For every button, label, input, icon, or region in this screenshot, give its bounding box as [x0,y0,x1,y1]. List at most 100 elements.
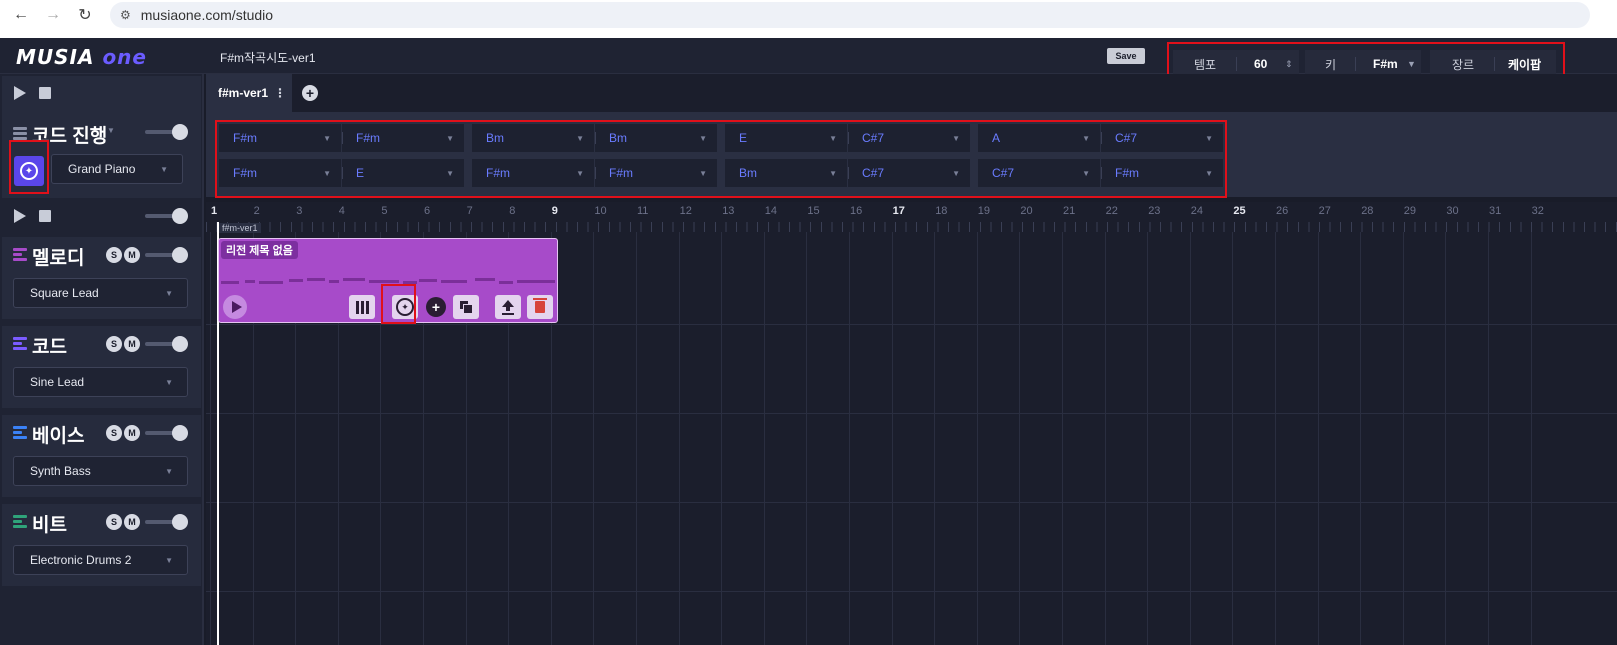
chord-slot[interactable]: F#m ▼ [342,124,464,152]
region-add-button[interactable]: + [423,295,449,319]
chevron-down-icon[interactable]: ▼ [1082,134,1090,143]
slider-knob[interactable] [172,514,188,530]
bar-number[interactable]: 6 [424,205,430,217]
tempo-value[interactable]: 60 [1254,57,1267,71]
chevron-down-icon[interactable]: ▼ [165,556,173,565]
volume-slider[interactable] [145,425,188,441]
slider-knob[interactable] [172,336,188,352]
bar-number[interactable]: 24 [1191,205,1203,217]
instrument-select[interactable]: Synth Bass ▼ [13,456,188,486]
instrument-select[interactable]: Sine Lead ▼ [13,367,188,397]
bar-number[interactable]: 26 [1276,205,1288,217]
bar-number[interactable]: 3 [296,205,302,217]
genre-value[interactable]: 케이팝 [1508,56,1541,73]
bar-number[interactable]: 28 [1361,205,1373,217]
bar-number[interactable]: 8 [509,205,515,217]
bar-number[interactable]: 15 [807,205,819,217]
project-title[interactable]: F#m작곡시도-ver1 [220,49,316,66]
tempo-stepper-icon[interactable]: ⇕ [1285,59,1293,70]
bar-number[interactable]: 25 [1233,205,1245,217]
bar-number[interactable]: 4 [339,205,345,217]
chevron-down-icon[interactable]: ▼ [1082,169,1090,178]
mute-button[interactable]: M [124,514,140,530]
stop-icon[interactable] [39,210,51,222]
site-settings-icon[interactable]: ⚙ [120,8,131,22]
mute-button[interactable]: M [124,247,140,263]
chevron-down-icon[interactable]: ▼ [107,126,115,135]
more-icon[interactable]: ⋮ [274,86,286,100]
region-export-button[interactable] [495,295,521,319]
slider-knob[interactable] [172,208,188,224]
chord-slot[interactable]: F#m ▼ [219,124,341,152]
chevron-down-icon[interactable]: ▼ [1205,169,1213,178]
stop-icon[interactable] [39,87,51,99]
chord-slot[interactable]: F#m ▼ [595,159,717,187]
tab-f#m-ver1[interactable]: f#m-ver1 ⋮ [206,74,292,112]
chord-slot[interactable]: A ▼ [978,124,1100,152]
bar-number[interactable]: 30 [1446,205,1458,217]
chevron-down-icon[interactable]: ▼ [952,134,960,143]
address-bar[interactable]: ⚙ musiaone.com/studio [110,2,1590,28]
chevron-down-icon[interactable]: ▼ [165,378,173,387]
chevron-down-icon[interactable]: ▼ [699,169,707,178]
bar-number[interactable]: 20 [1020,205,1032,217]
bar-ruler[interactable]: 1 2 3 4 5 6 7 8 9 10 11 12 13 14 15 16 17 18 19 20 21 22 23 24 2… [206,202,1617,222]
bar-number[interactable]: 22 [1106,205,1118,217]
chevron-down-icon[interactable]: ▼ [1407,59,1416,69]
slider-knob[interactable] [172,124,188,140]
bar-number[interactable]: 16 [850,205,862,217]
master-volume-slider[interactable] [145,208,188,224]
bar-number[interactable]: 23 [1148,205,1160,217]
chord-slot[interactable]: Bm ▼ [725,159,847,187]
bar-number[interactable]: 19 [978,205,990,217]
bar-number[interactable]: 13 [722,205,734,217]
chevron-down-icon[interactable]: ▼ [829,134,837,143]
chevron-down-icon[interactable]: ▼ [699,134,707,143]
bar-number[interactable]: 32 [1532,205,1544,217]
region-piano-roll-button[interactable] [349,295,375,319]
volume-slider[interactable] [145,336,188,352]
volume-slider[interactable] [145,124,188,140]
bar-number[interactable]: 11 [637,205,648,217]
chevron-down-icon[interactable]: ▼ [576,134,584,143]
solo-button[interactable]: S [106,425,122,441]
chevron-down-icon[interactable]: ▼ [165,289,173,298]
bar-number[interactable]: 1 [211,205,217,217]
bar-number[interactable]: 7 [467,205,473,217]
bar-number[interactable]: 21 [1063,205,1075,217]
chevron-down-icon[interactable]: ▼ [160,165,168,174]
chevron-down-icon[interactable]: ▼ [323,169,331,178]
forward-icon[interactable]: → [42,4,64,26]
chord-slot[interactable]: C#7 ▼ [848,159,970,187]
chord-slot[interactable]: C#7 ▼ [978,159,1100,187]
instrument-select[interactable]: Grand Piano ▼ [51,154,183,184]
chord-slot[interactable]: C#7 ▼ [1101,124,1223,152]
bar-number[interactable]: 5 [381,205,387,217]
slider-knob[interactable] [172,247,188,263]
chevron-down-icon[interactable]: ▼ [323,134,331,143]
volume-slider[interactable] [145,247,188,263]
slider-knob[interactable] [172,425,188,441]
region-copy-button[interactable] [453,295,479,319]
region-play-button[interactable] [223,295,247,319]
chord-slot[interactable]: F#m ▼ [219,159,341,187]
bar-number[interactable]: 31 [1489,205,1501,217]
bar-number[interactable]: 10 [594,205,606,217]
reload-icon[interactable]: ↻ [74,4,96,26]
chord-slot[interactable]: F#m ▼ [472,159,594,187]
chevron-down-icon[interactable]: ▼ [829,169,837,178]
bar-number[interactable]: 12 [680,205,692,217]
chevron-down-icon[interactable]: ▼ [1205,134,1213,143]
chevron-down-icon[interactable]: ▼ [576,169,584,178]
bar-number[interactable]: 14 [765,205,777,217]
chord-slot[interactable]: E ▼ [342,159,464,187]
solo-button[interactable]: S [106,514,122,530]
bar-number[interactable]: 9 [552,205,558,217]
chord-slot[interactable]: C#7 ▼ [848,124,970,152]
chevron-down-icon[interactable]: ▼ [952,169,960,178]
chord-slot[interactable]: Bm ▼ [595,124,717,152]
volume-slider[interactable] [145,514,188,530]
bar-number[interactable]: 17 [893,205,905,217]
region-delete-button[interactable] [527,295,553,319]
solo-button[interactable]: S [106,336,122,352]
